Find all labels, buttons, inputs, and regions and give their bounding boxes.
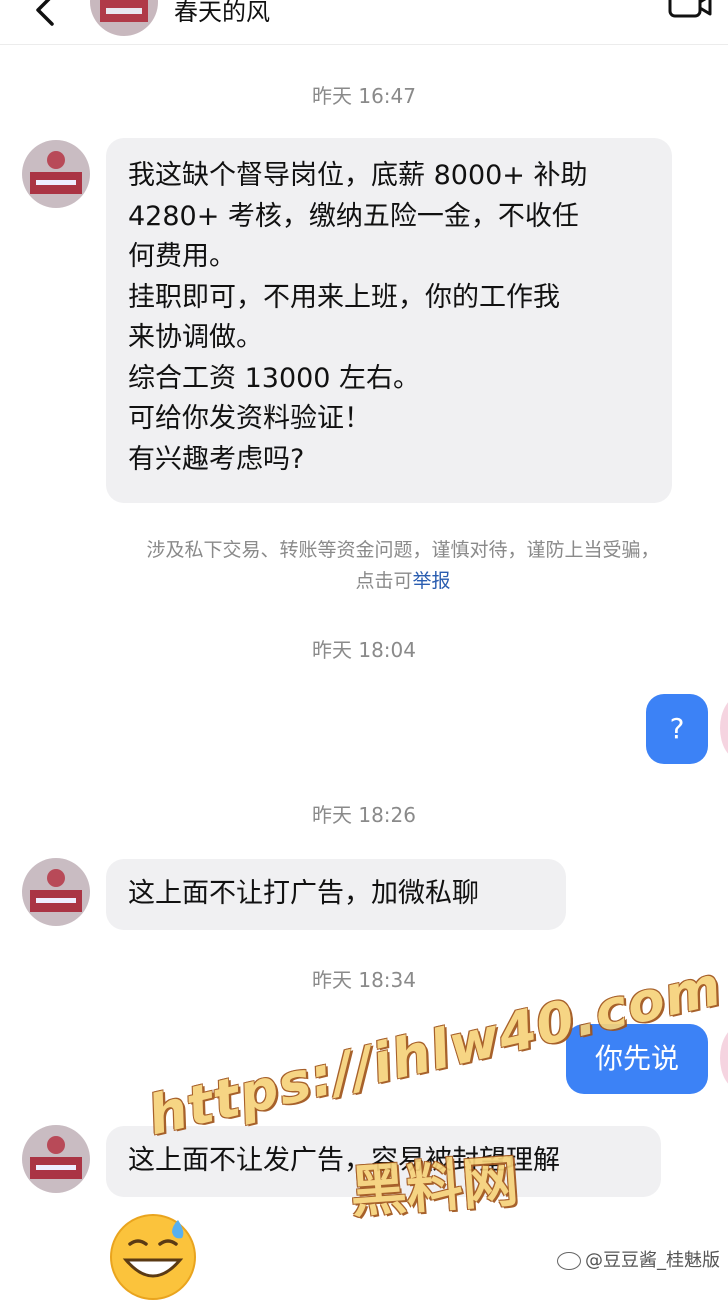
weibo-handle: @豆豆酱_桂魅版 [585,1250,720,1271]
chat-header: 春天的风 [0,0,728,45]
grinning-sweat-emoji-icon [110,1214,196,1300]
watermark-site-name: 黑料网 [348,1149,521,1226]
sender-avatar[interactable] [22,858,90,926]
weibo-watermark: @豆豆酱_桂魅版 [557,1246,720,1272]
sender-avatar[interactable] [22,140,90,208]
notice-prefix: 点击可 [355,570,413,592]
message-bubble-incoming: 我这缺个督导岗位，底薪 8000+ 补助 4280+ 考核，缴纳五险一金，不收任… [106,138,672,503]
message-bubble-incoming: 这上面不让打广告，加微私聊 [106,859,566,930]
message-bubble-outgoing: ? [646,694,708,764]
sender-avatar[interactable] [22,1125,90,1193]
message-timestamp: 昨天 18:26 [312,803,416,827]
message-text: 这上面不让打广告，加微私聊 [128,878,479,909]
report-link[interactable]: 举报 [413,570,451,592]
message-text: 你先说 [594,1042,679,1075]
notice-text: 涉及私下交易、转账等资金问题，谨慎对待，谨防上当受骗， [146,539,660,561]
contact-name: 春天的风 [174,0,270,26]
message-text: ? [669,712,685,745]
message-timestamp: 昨天 16:47 [312,84,416,108]
video-call-icon[interactable] [668,0,712,20]
self-avatar[interactable] [720,1026,728,1090]
message-text: 我这缺个督导岗位，底薪 8000+ 补助 4280+ 考核，缴纳五险一金，不收任… [128,160,588,475]
chevron-left-icon[interactable] [26,0,66,30]
safety-notice: 涉及私下交易、转账等资金问题，谨慎对待，谨防上当受骗， 点击可举报 [98,535,708,597]
weibo-icon [557,1252,581,1270]
self-avatar[interactable] [720,696,728,760]
message-timestamp: 昨天 18:04 [312,638,416,662]
contact-avatar[interactable] [90,0,158,36]
